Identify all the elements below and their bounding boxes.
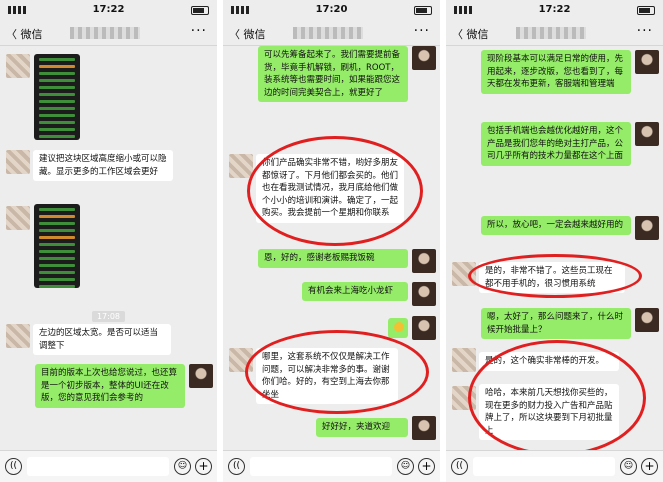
- message-bubble[interactable]: 建议把这块区域高度缩小或可以隐藏。显示更多的工作区域会更好: [33, 150, 173, 181]
- my-avatar[interactable]: [635, 122, 659, 146]
- message-input[interactable]: [250, 457, 392, 476]
- message-bubble[interactable]: 嗯，太好了，那么问题来了，什么时候开始批量上？: [481, 308, 631, 339]
- emoji-icon[interactable]: ☺: [620, 458, 637, 475]
- voice-icon[interactable]: ((: [228, 458, 245, 475]
- my-avatar[interactable]: [189, 364, 213, 388]
- status-bar: 17:22: [0, 0, 217, 20]
- message-bubble[interactable]: 可以先筹备起来了。我们需要提前备货，毕竟手机解锁，刷机，ROOT，装系统等也需要…: [258, 46, 408, 102]
- screenshot-image-message[interactable]: [34, 204, 80, 288]
- message-bubble[interactable]: 好好好，夹道欢迎: [316, 418, 408, 437]
- more-menu-button[interactable]: ···: [637, 23, 653, 39]
- status-time: 17:20: [315, 4, 348, 15]
- message-list[interactable]: 建议把这块区域高度缩小或可以隐藏。显示更多的工作区域会更好 17:08 左边的区…: [0, 46, 217, 450]
- chat-title-blurred: [293, 27, 363, 39]
- message-bubble[interactable]: 有机会来上海吃小龙虾: [302, 282, 408, 301]
- emoji-message[interactable]: [388, 318, 408, 338]
- emoji-icon[interactable]: ☺: [174, 458, 191, 475]
- my-avatar[interactable]: [412, 249, 436, 273]
- voice-icon[interactable]: ((: [5, 458, 22, 475]
- contact-avatar[interactable]: [452, 348, 476, 372]
- chat-title-blurred: [516, 27, 586, 39]
- message-bubble[interactable]: 恩，好的，感谢老板赐我饭碗: [258, 249, 408, 268]
- message-bubble[interactable]: 目前的版本上次也给您说过，也还算是一个初步版本，整体的UI还在改版，您的意见我们…: [35, 364, 185, 408]
- voice-icon[interactable]: ((: [451, 458, 468, 475]
- my-avatar[interactable]: [412, 416, 436, 440]
- battery-icon: [414, 6, 432, 15]
- message-input[interactable]: [27, 457, 169, 476]
- plus-icon[interactable]: +: [641, 458, 658, 475]
- my-avatar[interactable]: [635, 50, 659, 74]
- my-avatar[interactable]: [635, 308, 659, 332]
- highlight-circle: [468, 340, 646, 450]
- contact-avatar[interactable]: [6, 150, 30, 174]
- phone-screen-1: 17:22 〈 微信 ··· 建议把这块区域高度缩小或可以隐藏。显示更多的工作区…: [0, 0, 217, 482]
- my-avatar[interactable]: [412, 46, 436, 70]
- emoji-icon[interactable]: ☺: [397, 458, 414, 475]
- message-input[interactable]: [473, 457, 615, 476]
- message-bubble[interactable]: 现阶段基本可以满足日常的使用，先用起来，逐步改版，您也看到了，每天都在发布更新，…: [481, 50, 631, 94]
- phone-screen-3: 17:22 〈 微信 ··· 现阶段基本可以满足日常的使用，先用起来，逐步改版，…: [446, 0, 663, 482]
- contact-avatar[interactable]: [6, 54, 30, 78]
- chat-header: 〈 微信 ···: [0, 20, 217, 46]
- highlight-circle: [247, 136, 423, 246]
- message-bubble[interactable]: 包括手机端也会越优化越好用，这个产品是我们您年的绝对主打产品，公司几乎所有的技术…: [481, 122, 631, 166]
- chat-header: 〈 微信 ···: [223, 20, 440, 46]
- my-avatar[interactable]: [635, 216, 659, 240]
- back-button[interactable]: 〈 微信: [229, 26, 266, 42]
- my-avatar[interactable]: [412, 316, 436, 340]
- input-bar: (( ☺ +: [0, 450, 217, 482]
- status-bar: 17:20: [223, 0, 440, 20]
- message-bubble[interactable]: 左边的区域太宽。是否可以适当调整下: [33, 324, 171, 355]
- contact-avatar[interactable]: [229, 154, 253, 178]
- contact-avatar[interactable]: [6, 206, 30, 230]
- more-menu-button[interactable]: ···: [414, 23, 430, 39]
- input-bar: (( ☺ +: [223, 450, 440, 482]
- plus-icon[interactable]: +: [418, 458, 435, 475]
- status-time: 17:22: [538, 4, 571, 15]
- contact-avatar[interactable]: [6, 324, 30, 348]
- status-time: 17:22: [92, 4, 125, 15]
- battery-icon: [637, 6, 655, 15]
- back-button[interactable]: 〈 微信: [6, 26, 43, 42]
- battery-icon: [191, 6, 209, 15]
- screenshot-image-message[interactable]: [34, 54, 80, 140]
- input-bar: (( ☺ +: [446, 450, 663, 482]
- message-bubble[interactable]: 所以，放心吧，一定会越来越好用的: [481, 216, 631, 235]
- plus-icon[interactable]: +: [195, 458, 212, 475]
- emoji-icon: [394, 321, 404, 332]
- timestamp: 17:08: [0, 304, 217, 323]
- chat-header: 〈 微信 ···: [446, 20, 663, 46]
- more-menu-button[interactable]: ···: [191, 23, 207, 39]
- highlight-circle: [468, 254, 642, 298]
- back-button[interactable]: 〈 微信: [452, 26, 489, 42]
- phone-screen-2: 17:20 〈 微信 ··· 可以先筹备起来了。我们需要提前备货，毕竟手机解锁，…: [223, 0, 440, 482]
- message-list[interactable]: 现阶段基本可以满足日常的使用，先用起来，逐步改版，您也看到了，每天都在发布更新，…: [446, 46, 663, 450]
- highlight-circle: [245, 330, 429, 414]
- message-list[interactable]: 可以先筹备起来了。我们需要提前备货，毕竟手机解锁，刷机，ROOT，装系统等也需要…: [223, 46, 440, 450]
- status-bar: 17:22: [446, 0, 663, 20]
- my-avatar[interactable]: [412, 282, 436, 306]
- chat-title-blurred: [70, 27, 140, 39]
